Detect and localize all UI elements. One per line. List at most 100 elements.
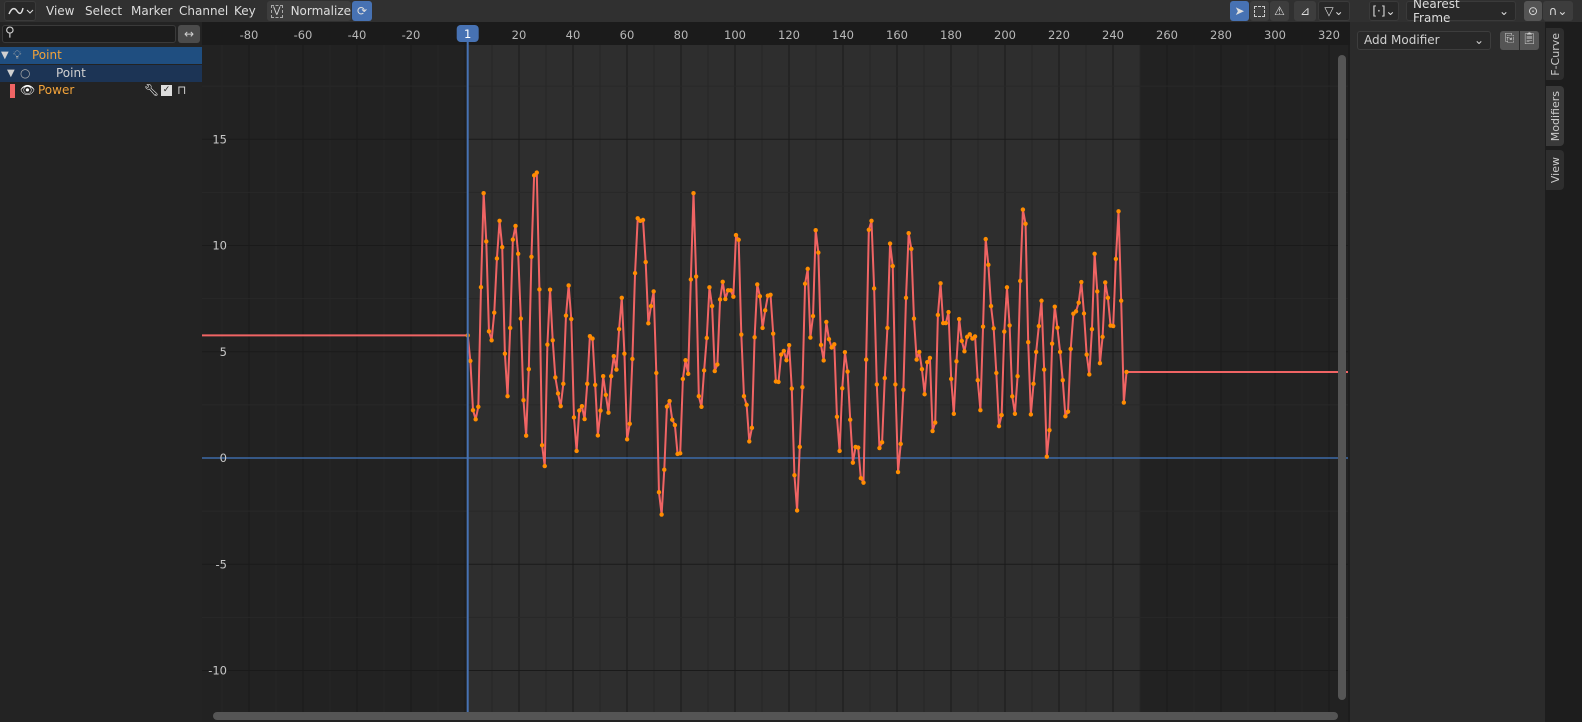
- keyframe-point[interactable]: [468, 358, 473, 364]
- keyframe-point[interactable]: [1116, 209, 1121, 214]
- keyframe-point[interactable]: [911, 316, 917, 321]
- keyframe-point[interactable]: [680, 376, 686, 382]
- keyframe-point[interactable]: [1073, 309, 1079, 314]
- keyframe-point[interactable]: [715, 362, 720, 367]
- keyframe-point[interactable]: [991, 326, 996, 331]
- keyframe-point[interactable]: [925, 359, 930, 365]
- keyframe-point[interactable]: [699, 404, 704, 409]
- keyframe-point[interactable]: [999, 412, 1004, 418]
- keyframe-point[interactable]: [632, 270, 638, 276]
- keyframe-point[interactable]: [959, 338, 964, 344]
- keyframe-point[interactable]: [818, 342, 824, 348]
- keyframe-point[interactable]: [1041, 367, 1047, 372]
- keyframe-point[interactable]: [670, 417, 675, 422]
- keyframe-point[interactable]: [768, 292, 773, 297]
- keyframe-point[interactable]: [558, 403, 563, 409]
- keyframe-point[interactable]: [1100, 334, 1105, 340]
- tab-view[interactable]: View: [1546, 150, 1564, 190]
- keyframe-point[interactable]: [566, 283, 571, 288]
- keyframe-point[interactable]: [619, 295, 624, 300]
- keyframe-point[interactable]: [909, 246, 914, 252]
- keyframe-point[interactable]: [1060, 378, 1065, 383]
- keyframe-point[interactable]: [542, 463, 547, 469]
- keyframe-point[interactable]: [789, 386, 794, 391]
- keyframe-point[interactable]: [478, 284, 484, 290]
- keyframe-point[interactable]: [476, 404, 481, 409]
- keyframe-point[interactable]: [1039, 298, 1044, 303]
- keyframe-point[interactable]: [701, 368, 707, 373]
- vertical-scrollbar[interactable]: [1338, 55, 1346, 700]
- keyframe-point[interactable]: [946, 309, 951, 315]
- keyframe-point[interactable]: [1023, 221, 1028, 227]
- keyframe-point[interactable]: [996, 423, 1002, 429]
- keyframe-point[interactable]: [1084, 352, 1089, 357]
- keyframe-point[interactable]: [914, 357, 919, 362]
- keyframe-point[interactable]: [704, 335, 709, 341]
- keyframe-point[interactable]: [784, 358, 789, 363]
- keyframe-point[interactable]: [978, 407, 983, 413]
- keyframe-point[interactable]: [555, 391, 561, 396]
- keyframe-point[interactable]: [693, 274, 699, 279]
- keyframe-point[interactable]: [733, 232, 739, 238]
- keyframe-point[interactable]: [922, 392, 927, 397]
- keyframe-point[interactable]: [943, 320, 949, 326]
- keyframe-point[interactable]: [792, 473, 797, 478]
- keyframe-point[interactable]: [887, 241, 893, 246]
- keyframe-point[interactable]: [1105, 295, 1111, 300]
- keyframe-point[interactable]: [515, 251, 521, 256]
- keyframe-point[interactable]: [659, 512, 664, 517]
- keyframe-point[interactable]: [813, 228, 818, 233]
- keyframe-point[interactable]: [672, 422, 678, 428]
- keyframe-point[interactable]: [571, 415, 577, 420]
- keyframe-point[interactable]: [651, 289, 656, 294]
- keyframe-point[interactable]: [1097, 361, 1103, 366]
- keyframe-point[interactable]: [975, 378, 980, 383]
- keyframe-point[interactable]: [502, 351, 508, 356]
- keyframe-point[interactable]: [1028, 412, 1034, 417]
- add-modifier-dropdown[interactable]: Add Modifier ⌄: [1357, 31, 1491, 50]
- keyframe-point[interactable]: [534, 170, 539, 175]
- keyframe-point[interactable]: [1063, 414, 1068, 419]
- keyframe-point[interactable]: [933, 420, 938, 425]
- keyframe-point[interactable]: [938, 281, 943, 286]
- keyframe-point[interactable]: [1015, 373, 1020, 379]
- keyframe-point[interactable]: [871, 286, 877, 291]
- keyframe-point[interactable]: [930, 428, 935, 434]
- keyframe-point[interactable]: [917, 349, 922, 355]
- keyframe-point[interactable]: [561, 381, 566, 387]
- keyframe-point[interactable]: [1031, 381, 1036, 387]
- keyframe-point[interactable]: [539, 443, 545, 448]
- keyframe-point[interactable]: [545, 342, 550, 347]
- keyframe-point[interactable]: [741, 393, 747, 399]
- keyframe-point[interactable]: [1002, 329, 1007, 334]
- keyframe-point[interactable]: [553, 375, 558, 380]
- keyframe-point[interactable]: [563, 313, 569, 318]
- keyframe-point[interactable]: [1018, 278, 1023, 284]
- keyframe-point[interactable]: [874, 382, 879, 387]
- keyframe-point[interactable]: [709, 303, 715, 309]
- keyframe-point[interactable]: [866, 227, 872, 232]
- keyframe-point[interactable]: [879, 440, 885, 445]
- keyframe-point[interactable]: [951, 411, 957, 416]
- tab-f-curve[interactable]: F-Curve: [1546, 28, 1564, 80]
- keyframe-point[interactable]: [486, 329, 492, 334]
- keyframe-point[interactable]: [845, 369, 850, 374]
- keyframe-point[interactable]: [1095, 289, 1100, 294]
- keyframe-point[interactable]: [656, 490, 662, 495]
- keyframe-point[interactable]: [654, 370, 659, 376]
- keyframe-point[interactable]: [1092, 251, 1097, 256]
- keyframe-point[interactable]: [903, 295, 909, 300]
- keyframe-point[interactable]: [590, 336, 595, 341]
- keyframe-point[interactable]: [781, 348, 787, 354]
- keyframe-point[interactable]: [1068, 346, 1073, 352]
- keyframe-point[interactable]: [1036, 323, 1042, 329]
- keyframe-point[interactable]: [489, 338, 494, 343]
- keyframe-point[interactable]: [893, 382, 898, 387]
- keyframe-point[interactable]: [786, 342, 792, 348]
- keyframe-point[interactable]: [723, 296, 728, 302]
- keyframe-point[interactable]: [850, 460, 856, 465]
- keyframe-point[interactable]: [585, 381, 590, 387]
- keyframe-point[interactable]: [616, 326, 622, 332]
- keyframe-point[interactable]: [760, 325, 765, 331]
- keyframe-point[interactable]: [877, 445, 882, 451]
